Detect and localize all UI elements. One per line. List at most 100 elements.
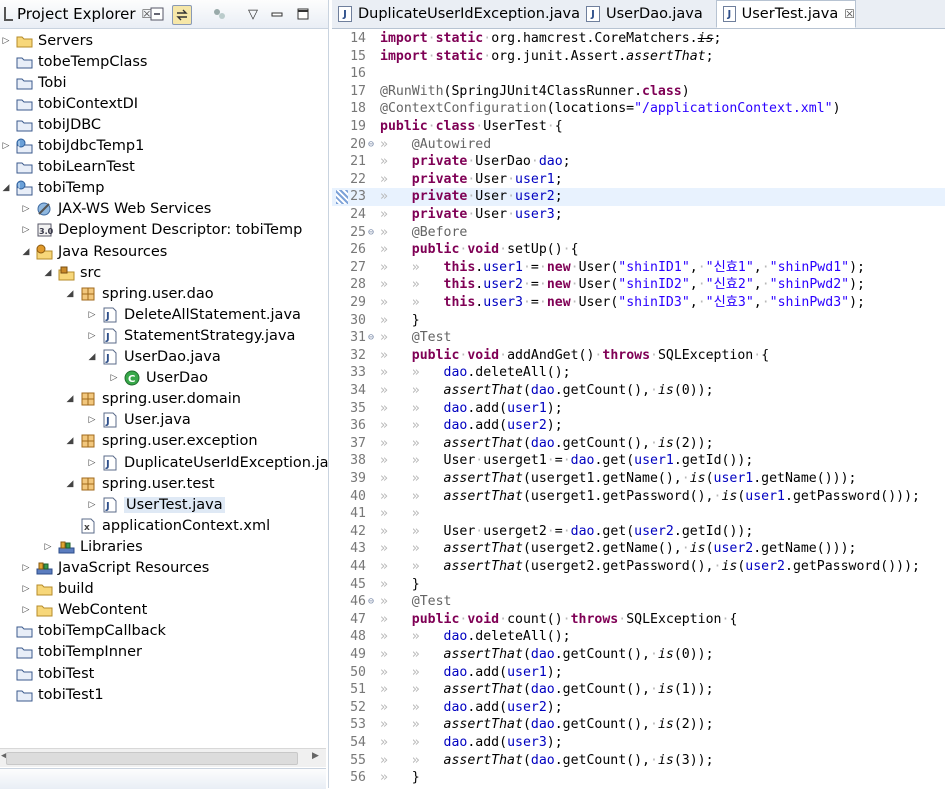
fold-toggle-icon[interactable]: ⊖ [368, 329, 378, 347]
expanded-arrow-icon[interactable]: ◢ [0, 182, 12, 194]
collapse-all-icon[interactable] [148, 5, 166, 23]
code-line[interactable]: 39 » » assertThat(userget1.getName(),·is(… [332, 470, 945, 488]
fold-toggle-icon[interactable]: ⊖ [368, 593, 378, 611]
code-line[interactable]: 56 » } [332, 769, 945, 787]
collapsed-arrow-icon[interactable]: ▷ [20, 583, 32, 595]
tree-item[interactable]: tobeTempClass [0, 51, 147, 72]
code-line[interactable]: 37 » » assertThat(dao.getCount(),·is(2)); [332, 435, 945, 453]
code-line[interactable]: 15 import·static·org.junit.Assert.assertT… [332, 48, 945, 66]
code-line[interactable]: 43 » » assertThat(userget2.getName(),·is(… [332, 540, 945, 558]
tree-item[interactable]: tobiTest1 [0, 684, 104, 705]
scrollbar-thumb[interactable] [6, 752, 298, 765]
tree-item[interactable]: ▷ JtobiJdbcTemp1 [0, 136, 145, 157]
editor-tab[interactable]: J UserDao.java [580, 0, 720, 28]
code-line[interactable]: 53 » » assertThat(dao.getCount(),·is(2)); [332, 716, 945, 734]
tree-item[interactable]: ◢ src [42, 262, 102, 283]
tree-item[interactable]: ◢ spring.user.test [64, 473, 215, 494]
tree-item[interactable]: x applicationContext.xml [64, 515, 270, 536]
code-line[interactable]: 25 ⊖» @Before [332, 224, 945, 242]
collapsed-arrow-icon[interactable]: ▷ [86, 330, 98, 342]
code-line[interactable]: 19 public·class·UserTest·{ [332, 118, 945, 136]
tree-item[interactable]: ▷ J UserTest.java [86, 494, 225, 515]
code-line[interactable]: 46 ⊖» @Test [332, 593, 945, 611]
expanded-arrow-icon[interactable]: ◢ [64, 435, 76, 447]
tree-item[interactable]: tobiLearnTest [0, 157, 135, 178]
expanded-arrow-icon[interactable]: ◢ [64, 393, 76, 405]
tree-item[interactable]: ▷ 3.0 Deployment Descriptor: tobiTemp [20, 220, 303, 241]
collapsed-arrow-icon[interactable]: ▷ [0, 140, 12, 152]
minimize-icon[interactable] [268, 5, 286, 23]
expanded-arrow-icon[interactable]: ◢ [64, 478, 76, 490]
code-line[interactable]: 36 » » dao.add(user2); [332, 417, 945, 435]
tree-item[interactable]: ▷ WebContent [20, 600, 148, 621]
tree-item[interactable]: ▷ JAX-WS Web Services [20, 199, 212, 220]
collapsed-arrow-icon[interactable]: ▷ [86, 499, 98, 511]
close-tab-icon[interactable]: ☒ [844, 7, 855, 21]
expanded-arrow-icon[interactable]: ◢ [42, 267, 54, 279]
code-line[interactable]: 24 » private·User·user3; [332, 206, 945, 224]
tree-item[interactable]: ▷ Libraries [42, 536, 143, 557]
code-line[interactable]: 50 » » dao.add(user1); [332, 664, 945, 682]
code-line[interactable]: 17 @RunWith(SpringJUnit4ClassRunner.class… [332, 83, 945, 101]
tree-item[interactable]: ◢ spring.user.domain [64, 389, 241, 410]
code-line[interactable]: 49 » » assertThat(dao.getCount(),·is(0)); [332, 646, 945, 664]
code-line[interactable]: 16 [332, 65, 945, 83]
tree-item[interactable]: ◢ spring.user.exception [64, 431, 258, 452]
code-line[interactable]: 14 import·static·org.hamcrest.CoreMatcher… [332, 30, 945, 48]
code-line[interactable]: 21 » private·UserDao·dao; [332, 153, 945, 171]
collapsed-arrow-icon[interactable]: ▷ [86, 309, 98, 321]
code-line[interactable]: 33 » » dao.deleteAll(); [332, 364, 945, 382]
tree-item[interactable]: ▷ C UserDao [108, 368, 208, 389]
code-line[interactable]: 51 » » assertThat(dao.getCount(),·is(1)); [332, 681, 945, 699]
collapsed-arrow-icon[interactable]: ▷ [86, 457, 98, 469]
code-line[interactable]: 35 » » dao.add(user1); [332, 400, 945, 418]
horizontal-scrollbar[interactable]: ◀ ▶ [0, 748, 326, 767]
tree-item[interactable]: ▷ build [20, 579, 94, 600]
project-tree[interactable]: ▷ Servers tobeTempClass Tobi tobiContextDI to… [0, 30, 328, 748]
tree-item[interactable]: ▷ JavaScript Resources [20, 558, 210, 579]
tree-item[interactable]: ▷ J User.java [86, 410, 191, 431]
code-line[interactable]: 34 » » assertThat(dao.getCount(),·is(0)); [332, 382, 945, 400]
code-line[interactable]: 31 ⊖» @Test [332, 329, 945, 347]
tree-item[interactable]: tobiContextDI [0, 93, 138, 114]
tree-item[interactable]: ▷ Servers [0, 30, 94, 51]
code-line[interactable]: 40 » » assertThat(userget1.getPassword(),… [332, 488, 945, 506]
view-menu-icon[interactable]: ▽ [244, 5, 262, 23]
code-line[interactable]: 18 @ContextConfiguration(locations="/appl… [332, 100, 945, 118]
code-line[interactable]: 54 » » dao.add(user3); [332, 734, 945, 752]
maximize-icon[interactable] [294, 5, 312, 23]
code-line[interactable]: 27 » » this.user1·=·new·User("shinID1",·"… [332, 259, 945, 277]
expanded-arrow-icon[interactable]: ◢ [86, 351, 98, 363]
code-line[interactable]: 48 » » dao.deleteAll(); [332, 628, 945, 646]
editor-tab[interactable]: J DuplicateUserIdException.java [332, 0, 584, 28]
scroll-right-icon[interactable]: ▶ [312, 751, 319, 761]
link-with-editor-icon[interactable] [172, 5, 192, 25]
code-line[interactable]: 52 » » dao.add(user2); [332, 699, 945, 717]
tree-item[interactable]: tobiJDBC [0, 114, 101, 135]
collapsed-arrow-icon[interactable]: ▷ [0, 35, 12, 47]
code-line[interactable]: 29 » » this.user3·=·new·User("shinID3",·"… [332, 294, 945, 312]
tree-item[interactable]: tobiTest [0, 663, 94, 684]
tree-item[interactable]: ◢ J UserDao.java [86, 347, 221, 368]
tree-item[interactable]: ◢ spring.user.dao [64, 283, 214, 304]
code-line[interactable]: 41 » » [332, 505, 945, 523]
code-line[interactable]: 55 » » assertThat(dao.getCount(),·is(3)); [332, 752, 945, 770]
code-line[interactable]: 26 » public·void·setUp()·{ [332, 241, 945, 259]
code-line[interactable]: 44 » » assertThat(userget2.getPassword(),… [332, 558, 945, 576]
expanded-arrow-icon[interactable]: ◢ [64, 288, 76, 300]
editor-tab[interactable]: J UserTest.java ☒ [716, 0, 856, 28]
expanded-arrow-icon[interactable]: ◢ [20, 246, 32, 258]
tab-project-explorer[interactable]: Project Explorer ☒ [0, 0, 156, 28]
code-line[interactable]: 32 » public·void·addAndGet()·throws·SQLEx… [332, 347, 945, 365]
code-line[interactable]: 47 » public·void·count()·throws·SQLExcept… [332, 611, 945, 629]
collapsed-arrow-icon[interactable]: ▷ [86, 414, 98, 426]
tree-item[interactable]: ▷ J StatementStrategy.java [86, 325, 296, 346]
code-line[interactable]: 20 ⊖» @Autowired [332, 136, 945, 154]
collapsed-arrow-icon[interactable]: ▷ [20, 604, 32, 616]
tree-item[interactable]: ◢ Java Resources [20, 241, 168, 262]
code-line[interactable]: 38 » » User·userget1·=·dao.get(user1.getI… [332, 452, 945, 470]
tree-item[interactable]: tobiTempInner [0, 642, 142, 663]
tree-item[interactable]: Tobi [0, 72, 67, 93]
code-line[interactable]: 30 » } [332, 312, 945, 330]
code-line[interactable]: 23 » private·User·user2; [332, 188, 945, 206]
